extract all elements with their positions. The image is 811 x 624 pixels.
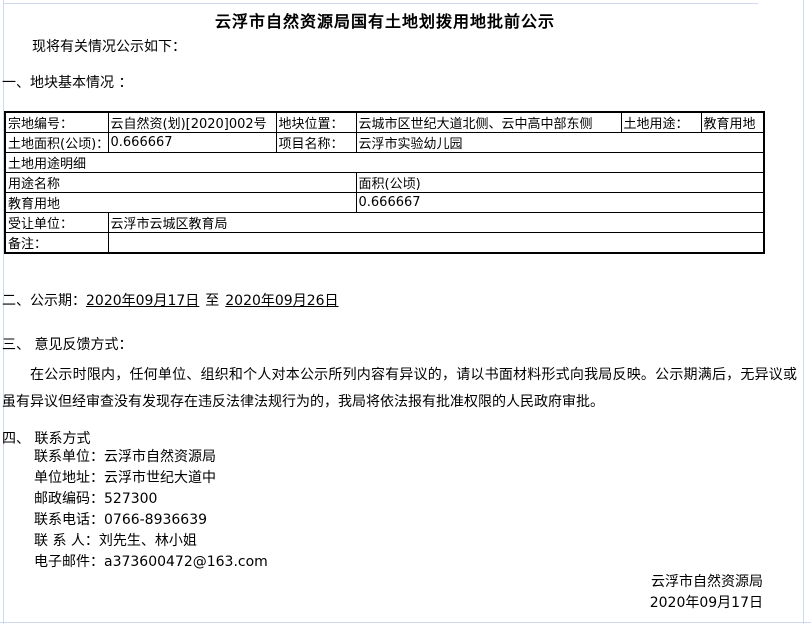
use-area-header: 面积(公顷) [356,173,764,193]
publicity-period-line: 二、公示期：2020年09月17日至2020年09月26日 [2,290,339,310]
contact-row-address: 单位地址：云浮市世纪大道中 [34,468,268,489]
contact-row-phone: 联系电话：0766-8936639 [34,510,268,531]
project-value: 云浮市实验幼儿园 [356,133,764,153]
notice-page: 云浮市自然资源局国有土地划拨用地批前公示 现将有关情况公示如下： 一、地块基本情… [0,0,811,624]
period-start-date: 2020年09月17日 [86,293,199,309]
contact-address-label: 单位地址： [34,470,104,486]
grantee-label: 受让单位： [5,213,108,233]
period-prefix: 二、公示期： [2,293,86,309]
table-row: 用途名称 面积(公顷) [5,173,764,193]
contact-unit-value: 云浮市自然资源局 [104,449,216,465]
page-left-border [3,0,4,624]
intro-text: 现将有关情况公示如下： [32,36,186,56]
remark-label: 备注： [5,233,108,254]
page-title: 云浮市自然资源局国有土地划拨用地批前公示 [0,8,770,32]
feedback-paragraph: 在公示时限内，任何单位、组织和个人对本公示所列内容有异议的，请以书面材料形式向我… [2,362,797,416]
contact-row-unit: 联系单位：云浮市自然资源局 [34,447,268,468]
contact-unit-label: 联系单位： [34,449,104,465]
contact-row-person: 联 系 人：刘先生、林小姐 [34,531,268,552]
use-name-header: 用途名称 [5,173,356,193]
contact-address-value: 云浮市世纪大道中 [104,470,216,486]
table-row: 土地面积(公顷)： 0.666667 项目名称： 云浮市实验幼儿园 [5,133,764,153]
land-use-label: 土地用途： [621,112,701,133]
section4-heading: 四、 联系方式 [2,428,90,448]
use-name-value: 教育用地 [5,193,356,213]
table-row: 宗地编号： 云自然资(划)[2020]002号 地块位置： 云城市区世纪大道北侧… [5,112,764,133]
contact-phone-value: 0766-8936639 [104,512,207,528]
section3-heading: 三、 意见反馈方式： [2,334,132,354]
page-right-border [803,0,804,624]
contact-email-value: a373600472@163.com [104,554,268,570]
page-bottom-border [0,622,811,623]
signature-block: 云浮市自然资源局 2020年09月17日 [0,572,763,614]
parcel-no-label: 宗地编号： [5,112,108,133]
project-label: 项目名称： [276,133,356,153]
remark-value [108,233,764,254]
contact-person-value: 刘先生、林小姐 [99,533,197,549]
period-separator: 至 [199,293,225,309]
table-row: 备注： [5,233,764,254]
parcel-no-value: 云自然资(划)[2020]002号 [108,112,276,133]
contact-phone-label: 联系电话： [34,512,104,528]
table-row: 土地用途明细 [5,153,764,173]
signature-date: 2020年09月17日 [0,593,763,614]
contact-email-label: 电子邮件： [34,554,104,570]
location-value: 云城市区世纪大道北侧、云中高中部东侧 [356,112,621,133]
use-detail-heading: 土地用途明细 [5,153,764,173]
signature-org: 云浮市自然资源局 [0,572,763,593]
section1-heading: 一、地块基本情况 ： [2,72,132,92]
contact-block: 联系单位：云浮市自然资源局 单位地址：云浮市世纪大道中 邮政编码：527300 … [34,447,268,573]
contact-person-label: 联 系 人： [34,533,99,549]
contact-row-email: 电子邮件：a373600472@163.com [34,552,268,573]
period-end-date: 2020年09月26日 [225,293,338,309]
table-row: 教育用地 0.666667 [5,193,764,213]
grantee-value: 云浮市云城区教育局 [108,213,764,233]
contact-row-postcode: 邮政编码：527300 [34,489,268,510]
contact-postcode-label: 邮政编码： [34,491,104,507]
area-value: 0.666667 [108,133,276,153]
table-row: 受让单位： 云浮市云城区教育局 [5,213,764,233]
land-info-table: 宗地编号： 云自然资(划)[2020]002号 地块位置： 云城市区世纪大道北侧… [4,111,765,254]
land-use-value: 教育用地 [701,112,764,133]
location-label: 地块位置： [276,112,356,133]
contact-postcode-value: 527300 [104,491,157,507]
area-label: 土地面积(公顷)： [5,133,108,153]
use-area-value: 0.666667 [356,193,764,213]
page-top-border [3,3,758,4]
